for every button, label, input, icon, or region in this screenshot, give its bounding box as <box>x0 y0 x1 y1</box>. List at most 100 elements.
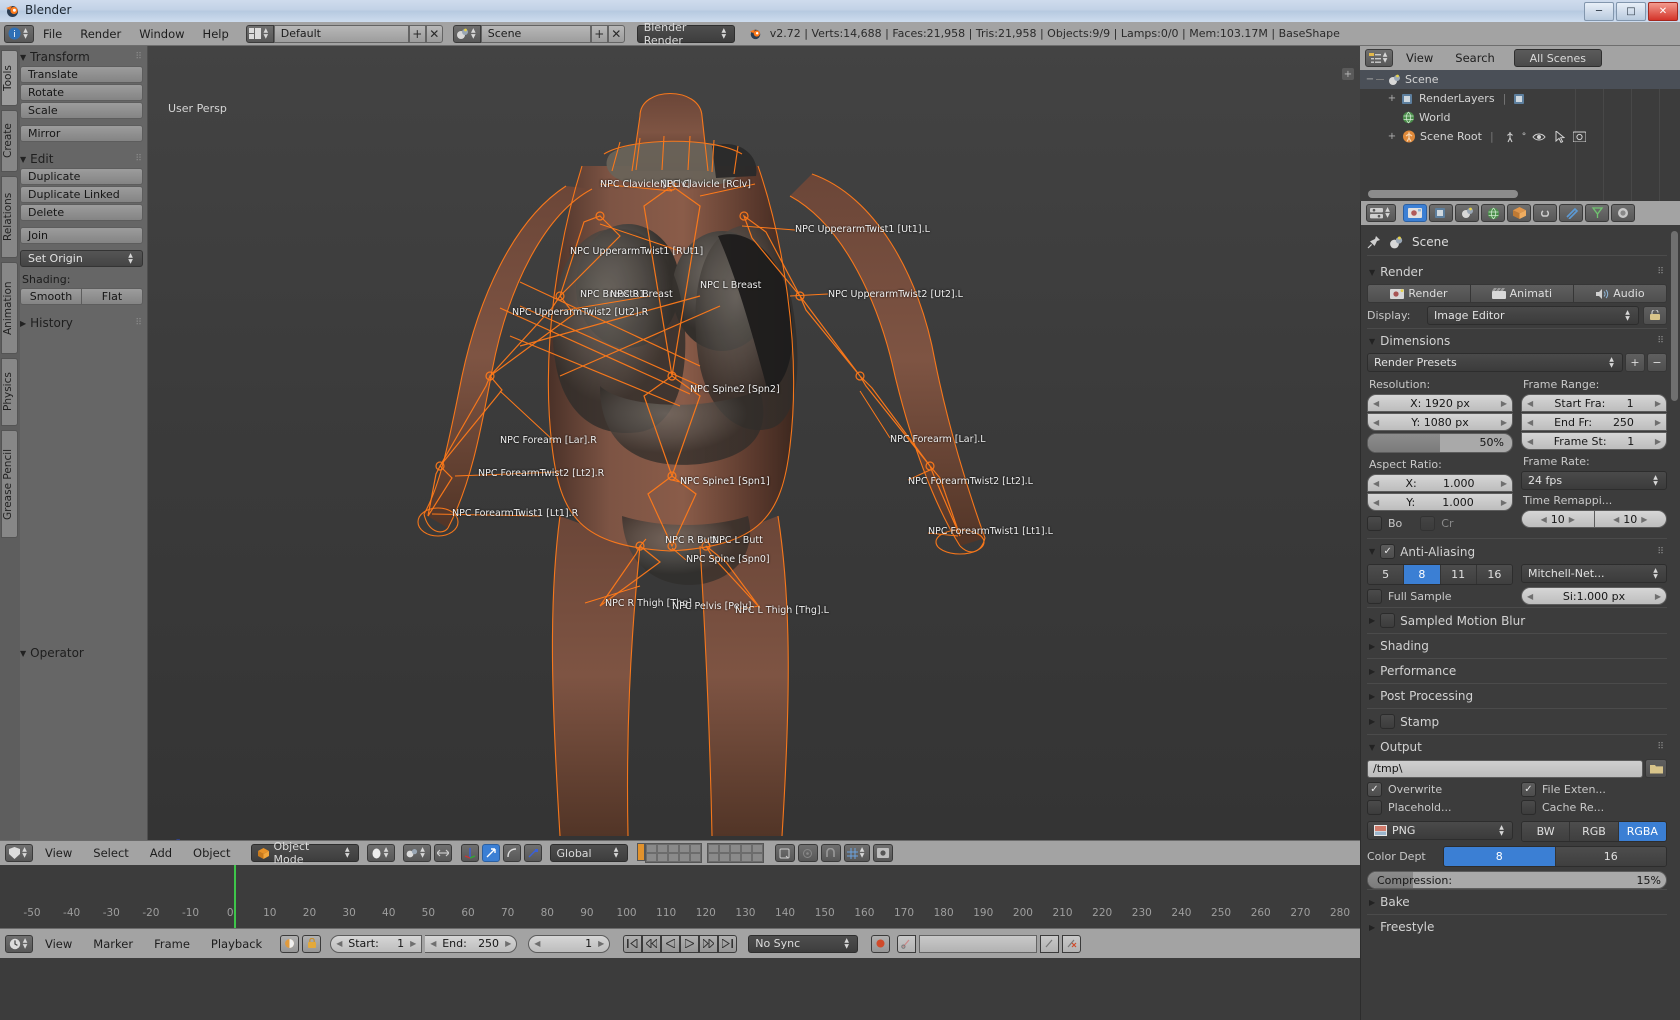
properties-tab-constraints[interactable] <box>1533 204 1557 222</box>
sidebar-tab-tools[interactable]: Tools <box>1 50 18 106</box>
viewport-shading-button[interactable]: ▲ ▼ <box>366 844 395 862</box>
end-frame-field[interactable]: ◀ End: 250 ▶ <box>425 934 518 953</box>
play-button[interactable] <box>680 934 700 953</box>
outliner-row-scene[interactable]: − Scene <box>1360 70 1680 89</box>
duplicate-linked-button[interactable]: Duplicate Linked <box>20 186 143 203</box>
editor-type-outliner-button[interactable]: ▲ ▼ <box>1365 49 1393 67</box>
outliner-row-renderlayers[interactable]: + RenderLayers | <box>1360 89 1680 108</box>
properties-vertical-scrollbar[interactable] <box>1671 231 1678 401</box>
sidebar-tab-create[interactable]: Create <box>1 110 18 172</box>
sidebar-tab-animation[interactable]: Animation <box>1 262 18 354</box>
editor-type-info-button[interactable]: i ▲ ▼ <box>4 24 34 43</box>
shade-smooth-button[interactable]: Smooth <box>20 288 82 305</box>
keying-set-field[interactable] <box>919 934 1038 953</box>
stamp-checkbox[interactable] <box>1380 714 1396 729</box>
properties-tab-scene[interactable] <box>1455 204 1479 222</box>
antialiasing-size-field[interactable]: ◀ Si:1.000 px ▶ <box>1521 587 1667 605</box>
aspect-x-field[interactable]: ◀ X: 1.000 ▶ <box>1367 474 1513 492</box>
play-reverse-button[interactable] <box>661 934 681 953</box>
display-lock-button[interactable] <box>1643 306 1667 325</box>
start-frame-prop-field[interactable]: ◀ Start Fra: 1 ▶ <box>1521 394 1667 412</box>
sampled-motion-blur-checkbox[interactable] <box>1380 613 1396 628</box>
dimensions-section-header[interactable]: ▼ Dimensions ⠿ <box>1367 328 1667 353</box>
file-format-dropdown[interactable]: PNG ▲ ▼ <box>1367 821 1513 840</box>
sync-mode-dropdown[interactable]: No Sync ▲ ▼ <box>748 934 859 953</box>
add-screen-layout-button[interactable]: + <box>408 24 426 43</box>
cursor-arrow-icon[interactable] <box>1555 130 1566 143</box>
lock-to-scene-button[interactable] <box>774 844 795 862</box>
outliner-tree[interactable]: − Scene + RenderLayers | World + Scene R… <box>1360 70 1680 201</box>
properties-tab-render-layers[interactable] <box>1429 204 1453 222</box>
delete-scene-button[interactable]: ✕ <box>607 24 625 43</box>
aa-sample-8[interactable]: 8 <box>1404 565 1441 584</box>
sidebar-tab-grease-pencil[interactable]: Grease Pencil <box>1 430 18 538</box>
resolution-x-field[interactable]: ◀ X: 1920 px ▶ <box>1367 394 1513 412</box>
shading-section-header[interactable]: ▶ Shading <box>1367 633 1667 658</box>
outliner-menu-search[interactable]: Search <box>1446 49 1504 67</box>
overwrite-checkbox[interactable]: ✓ <box>1367 782 1382 797</box>
eye-icon[interactable] <box>1532 132 1546 142</box>
crop-checkbox[interactable] <box>1420 516 1436 531</box>
timeline-menu-marker[interactable]: Marker <box>84 935 142 953</box>
aa-sample-16[interactable]: 16 <box>1476 565 1512 584</box>
auto-keyframe-button[interactable] <box>871 934 891 953</box>
menu-render[interactable]: Render <box>71 25 130 43</box>
properties-tab-material[interactable] <box>1611 204 1635 222</box>
timeline-ruler[interactable]: -50 -40 -30 -20 -10 0 10 20 30 40 50 60 70 80 90 100 110… <box>0 865 1360 928</box>
start-frame-field[interactable]: ◀ Start: 1 ▶ <box>330 934 423 953</box>
timeline-menu-playback[interactable]: Playback <box>202 935 271 953</box>
stamp-section-header[interactable]: ▶ Stamp <box>1367 708 1667 734</box>
aspect-y-field[interactable]: ◀ Y: 1.000 ▶ <box>1367 493 1513 511</box>
color-mode-bw[interactable]: BW <box>1522 822 1571 841</box>
viewport-menu-add[interactable]: Add <box>141 844 181 862</box>
rotate-manipulator-button[interactable] <box>502 844 521 862</box>
antialiasing-filter-dropdown[interactable]: Mitchell-Net... ▲ ▼ <box>1521 564 1667 583</box>
menu-file[interactable]: File <box>34 25 71 43</box>
lock-playback-button[interactable] <box>302 934 322 953</box>
collapse-expander-icon[interactable]: − <box>1364 74 1376 85</box>
properties-tab-world[interactable] <box>1481 204 1505 222</box>
object-center-display-button[interactable]: ▲ ▼ <box>402 844 431 862</box>
time-remap-new-field[interactable]: ◀ 10 ▶ <box>1594 510 1667 528</box>
color-mode-rgb[interactable]: RGB <box>1570 822 1619 841</box>
restrict-small-icon[interactable]: ° <box>1522 132 1527 142</box>
pin-icon[interactable] <box>1367 235 1381 249</box>
sidebar-tab-physics[interactable]: Physics <box>1 358 18 426</box>
join-button[interactable]: Join <box>20 227 143 244</box>
cache-result-checkbox[interactable] <box>1521 800 1536 815</box>
end-frame-prop-field[interactable]: ◀ End Fr: 250 ▶ <box>1521 413 1667 431</box>
render-audio-button[interactable]: Audio <box>1573 284 1668 303</box>
properties-tab-object[interactable] <box>1507 204 1531 222</box>
render-engine-dropdown[interactable]: Blender Render ▲ ▼ <box>636 21 735 47</box>
timeline-menu-view[interactable]: View <box>36 935 81 953</box>
properties-editor[interactable]: ▲ ▼ Scene ▼ Render ⠿ Render Animati Audi… <box>1360 201 1680 1020</box>
close-button[interactable]: ✕ <box>1648 2 1678 21</box>
proportional-edit-toggle[interactable] <box>433 844 452 862</box>
jump-to-end-button[interactable] <box>718 934 738 953</box>
aa-sample-11[interactable]: 11 <box>1440 565 1477 584</box>
display-mode-dropdown[interactable]: Image Editor ▲ ▼ <box>1427 306 1639 325</box>
insert-keyframe-button[interactable] <box>1040 934 1060 953</box>
render-presets-dropdown[interactable]: Render Presets ▲ ▼ <box>1367 353 1623 372</box>
antialiasing-samples-segmented[interactable]: 5 8 11 16 <box>1367 564 1513 585</box>
jump-to-start-button[interactable] <box>623 934 643 953</box>
frame-step-field[interactable]: ◀ Frame St: 1 ▶ <box>1521 432 1667 450</box>
duplicate-button[interactable]: Duplicate <box>20 168 143 185</box>
frame-rate-dropdown[interactable]: 24 fps ▲ ▼ <box>1521 471 1667 490</box>
resolution-y-field[interactable]: ◀ Y: 1080 px ▶ <box>1367 413 1513 431</box>
color-depth-16[interactable]: 16 <box>1555 847 1666 866</box>
history-panel-header[interactable]: ▶ History ⠿ <box>20 314 143 332</box>
translate-button[interactable]: Translate <box>20 66 143 83</box>
minimize-button[interactable]: ─ <box>1584 2 1614 21</box>
output-path-field[interactable]: /tmp\ <box>1367 759 1643 778</box>
sampled-motion-blur-section-header[interactable]: ▶ Sampled Motion Blur <box>1367 607 1667 633</box>
current-frame-field[interactable]: ◀ 1 ▶ <box>528 934 611 953</box>
timeline-editor[interactable]: -50 -40 -30 -20 -10 0 10 20 30 40 50 60 70 80 90 100 110… <box>0 865 1360 1020</box>
renderlayer-toggle-icon[interactable] <box>1514 93 1527 105</box>
outliner-horizontal-scrollbar[interactable] <box>1368 190 1518 198</box>
bake-section-header[interactable]: ▶ Bake <box>1367 889 1667 914</box>
camera-render-icon[interactable] <box>1573 131 1587 142</box>
expand-expander-icon[interactable]: + <box>1386 93 1398 104</box>
interaction-mode-dropdown[interactable]: Object Mode ▲ ▼ <box>250 840 359 866</box>
properties-tab-render[interactable] <box>1403 204 1427 222</box>
